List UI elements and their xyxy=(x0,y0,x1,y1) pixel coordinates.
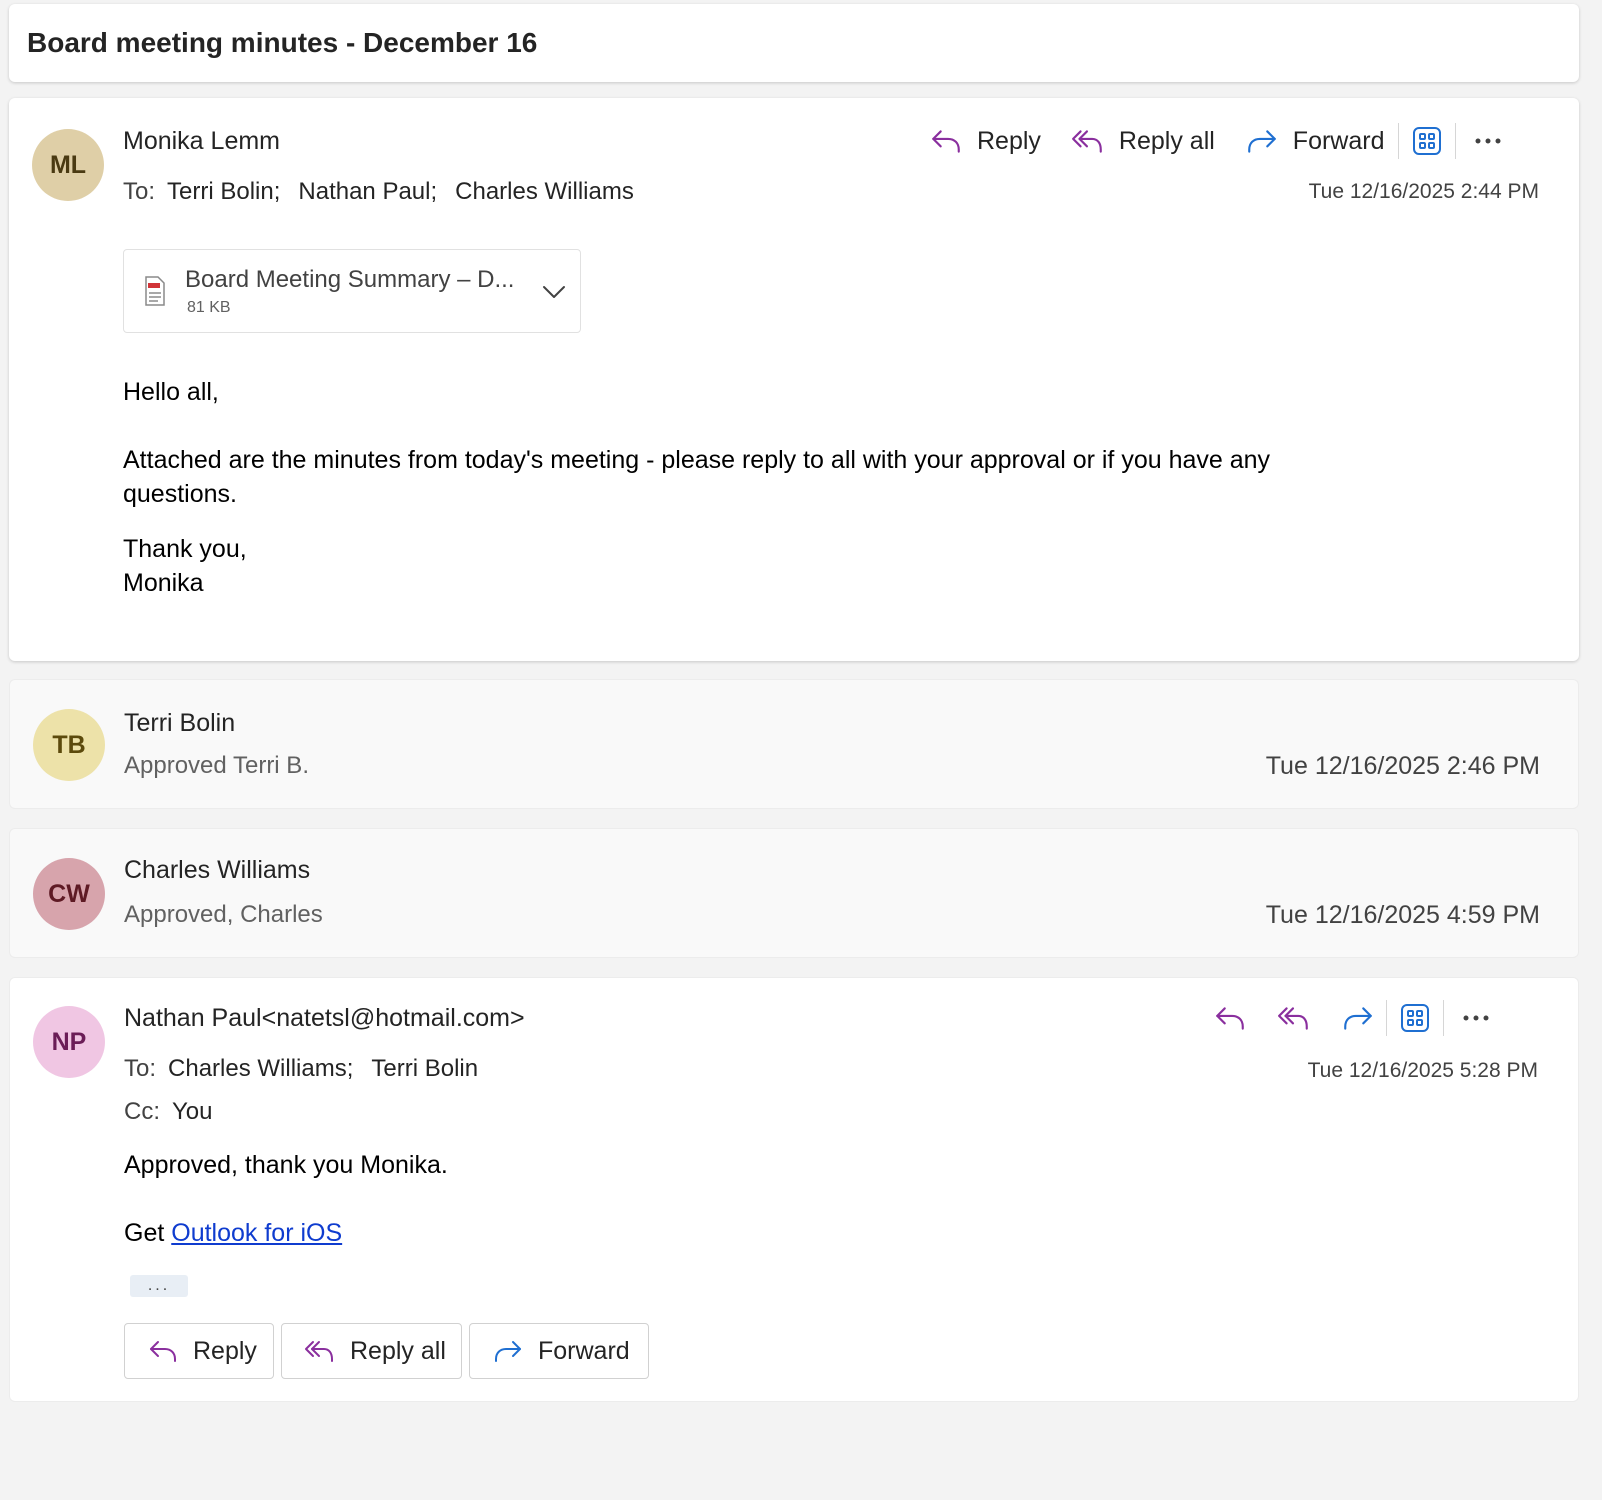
recipients-cc: Cc: You xyxy=(124,1098,213,1126)
sender-name[interactable]: Charles Williams xyxy=(124,856,310,885)
recipients-to: To: Terri Bolin; Nathan Paul; Charles Willi… xyxy=(123,178,652,206)
recipient-terri-bolin[interactable]: Terri Bolin; xyxy=(167,178,280,205)
message-date: Tue 12/16/2025 2:44 PM xyxy=(1308,180,1539,203)
attachment-size: 81 KB xyxy=(187,299,231,316)
avatar[interactable]: ML xyxy=(32,129,104,201)
body-paragraph-line-2: questions. xyxy=(123,480,237,508)
message-charles-williams[interactable]: CW Charles Williams Approved, Charles Tu… xyxy=(9,828,1579,958)
more-actions-button[interactable] xyxy=(1454,996,1498,1040)
cc-label: Cc: xyxy=(124,1098,160,1125)
chevron-down-icon xyxy=(543,286,565,298)
reply-all-icon xyxy=(1278,1007,1308,1030)
toolbar-divider xyxy=(1455,123,1457,159)
reply-icon xyxy=(150,1341,176,1362)
attachment-card[interactable]: Board Meeting Summary – D... 81 KB xyxy=(123,249,581,333)
avatar[interactable]: CW xyxy=(33,858,105,930)
more-actions-button[interactable] xyxy=(1466,119,1510,163)
message-date: Tue 12/16/2025 5:28 PM xyxy=(1307,1059,1538,1082)
body-closing: Thank you, xyxy=(123,535,247,563)
toolbar-divider xyxy=(1398,123,1400,159)
signature-prefix: Get xyxy=(124,1219,172,1247)
attachment-name: Board Meeting Summary – D... xyxy=(185,266,515,293)
message-body: Hello all, Attached are the minutes from… xyxy=(123,375,1270,600)
body-greeting: Hello all, xyxy=(123,378,219,406)
to-label: To: xyxy=(124,1055,157,1082)
pdf-file-icon xyxy=(145,276,165,306)
to-label: To: xyxy=(123,178,156,205)
apps-grid-icon xyxy=(1413,127,1442,155)
sender-name[interactable]: Nathan Paul<natetsl@hotmail.com> xyxy=(124,1004,525,1033)
bottom-reply-button[interactable]: Reply xyxy=(124,1323,274,1379)
message-monika-lemm: ML Monika Lemm To: Terri Bolin; Nathan Pau… xyxy=(9,98,1579,661)
message-toolbar xyxy=(1208,996,1498,1040)
message-date: Tue 12/16/2025 2:46 PM xyxy=(1265,752,1540,780)
avatar-initials: NP xyxy=(51,1027,87,1056)
body-signature: Monika xyxy=(123,569,204,597)
outlook-ios-link[interactable]: Outlook for iOS xyxy=(171,1219,342,1247)
message-preview: Approved Terri B. xyxy=(124,752,309,779)
reply-all-label: Reply all xyxy=(1118,126,1215,155)
avatar[interactable]: NP xyxy=(33,1006,105,1078)
body-paragraph-line-1: Attached are the minutes from today's me… xyxy=(123,446,1271,474)
avatar-initials: TB xyxy=(52,730,86,759)
reply-icon xyxy=(1216,1007,1244,1030)
message-toolbar: Reply Reply all Forward xyxy=(929,119,1510,163)
more-horizontal-icon xyxy=(1475,138,1501,144)
recipient-charles-williams[interactable]: Charles Williams xyxy=(455,178,634,205)
recipient-you[interactable]: You xyxy=(172,1098,213,1125)
bottom-reply-all-button[interactable]: Reply all xyxy=(281,1323,462,1379)
avatar-initials: CW xyxy=(48,879,90,908)
bottom-reply-label: Reply xyxy=(193,1336,257,1365)
reply-icon xyxy=(932,130,960,153)
forward-icon xyxy=(495,1341,521,1362)
forward-button[interactable]: Forward xyxy=(1245,119,1385,163)
sender-name[interactable]: Terri Bolin xyxy=(124,709,235,738)
more-horizontal-icon xyxy=(1463,1015,1489,1021)
attachment-menu-button[interactable] xyxy=(538,276,570,308)
subject-header: Board meeting minutes - December 16 xyxy=(9,4,1579,82)
apps-button[interactable] xyxy=(1405,119,1449,163)
reply-all-button[interactable] xyxy=(1272,996,1316,1040)
toolbar-divider xyxy=(1443,1000,1444,1036)
recipient-terri-bolin[interactable]: Terri Bolin xyxy=(371,1055,478,1082)
forward-icon xyxy=(1344,1007,1372,1030)
show-quoted-text-button[interactable]: ... xyxy=(130,1275,188,1297)
message-preview: Approved, Charles xyxy=(124,901,323,928)
reply-button[interactable]: Reply xyxy=(929,119,1041,163)
bottom-reply-all-label: Reply all xyxy=(350,1336,446,1365)
subject-title: Board meeting minutes - December 16 xyxy=(27,27,538,58)
reply-all-button[interactable]: Reply all xyxy=(1071,119,1215,163)
reply-all-icon xyxy=(305,1341,333,1362)
avatar-initials: ML xyxy=(49,150,87,179)
message-body-line: Approved, thank you Monika. xyxy=(124,1151,448,1179)
reply-all-icon xyxy=(1071,130,1102,153)
recipients-to: To: Charles Williams; Terri Bolin xyxy=(124,1055,496,1083)
toolbar-divider xyxy=(1386,1000,1387,1036)
apps-button[interactable] xyxy=(1393,996,1437,1040)
reply-label: Reply xyxy=(977,126,1041,155)
message-terri-bolin[interactable]: TB Terri Bolin Approved Terri B. Tue 12/… xyxy=(9,679,1579,809)
bottom-forward-button[interactable]: Forward xyxy=(469,1323,649,1379)
forward-icon xyxy=(1247,130,1276,153)
bottom-forward-label: Forward xyxy=(538,1336,630,1365)
avatar[interactable]: TB xyxy=(33,709,105,781)
message-nathan-paul: NP Nathan Paul<natetsl@hotmail.com> To: C… xyxy=(9,977,1579,1402)
recipient-nathan-paul[interactable]: Nathan Paul; xyxy=(298,178,437,205)
message-date: Tue 12/16/2025 4:59 PM xyxy=(1265,901,1540,929)
forward-button[interactable] xyxy=(1336,996,1380,1040)
forward-label: Forward xyxy=(1292,126,1385,155)
apps-grid-icon xyxy=(1401,1004,1429,1032)
outlook-signature: Get Outlook for iOS xyxy=(124,1216,342,1250)
recipient-charles-williams[interactable]: Charles Williams; xyxy=(168,1055,353,1082)
reply-button[interactable] xyxy=(1208,996,1252,1040)
sender-name[interactable]: Monika Lemm xyxy=(123,127,280,156)
show-quoted-text-label: ... xyxy=(147,1277,171,1294)
